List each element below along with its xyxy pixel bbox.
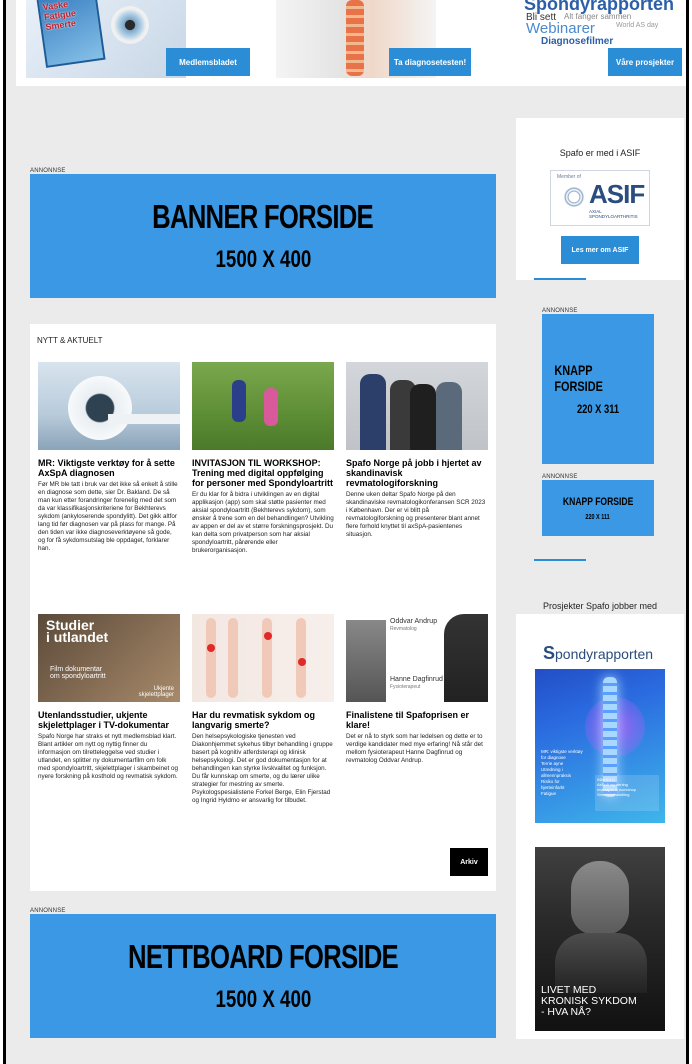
news-section: NYTT & AKTUELT MR: Viktigste verktøy for… (30, 324, 496, 891)
body-image (228, 618, 238, 698)
cover-brand-rest: pondyrapporten (555, 646, 654, 662)
banner-ad-title: BANNER FORSIDE (152, 198, 375, 235)
article-title[interactable]: Spafo Norge på jobb i hjertet av skandin… (346, 458, 488, 488)
medlemsbladet-button[interactable]: Medlemsbladet (166, 48, 250, 76)
article-title[interactable]: MR: Viktigste verktøy for å sette AxSpA … (38, 458, 180, 478)
thumbnail-caption: Film dokumentar om spondyloartritt (50, 666, 106, 680)
mri-bed-image (108, 414, 180, 424)
hero-image-magazine[interactable]: Vaske Fatigue Smerte (26, 0, 186, 78)
asif-logo[interactable]: Member of ASIF AXIAL SPONDYLOARTHRITIS (550, 170, 650, 226)
article-excerpt: Den helsepsykologiske tjenesten ved Diak… (192, 733, 333, 804)
finalist-role: Revmatolog (390, 626, 417, 632)
asif-logo-wordmark: ASIF (589, 179, 645, 209)
eye-image (111, 6, 149, 44)
article-thumbnail-conference[interactable] (346, 362, 488, 450)
article-thumbnail-exercise[interactable] (192, 362, 334, 450)
person-image (410, 384, 436, 450)
divider-line (534, 559, 586, 561)
article-thumbnail-mri[interactable] (38, 362, 180, 450)
sidebar-ad-title: KNAPP FORSIDE (562, 495, 634, 508)
banner-ad-bottom[interactable]: NETTBOARD FORSIDE 1500 X 400 (30, 914, 496, 1038)
article-thumbnail-finalists[interactable]: Oddvar Andrup Revmatolog Hanne Dagfinrud… (346, 614, 488, 702)
banner-ad-size: 1500 X 400 (215, 246, 311, 273)
news-card[interactable]: Studier i utlandet Film dokumentar om sp… (38, 614, 180, 781)
wordcloud-word: Diagnosefilmer (541, 36, 614, 47)
cover-brand-initial: S (543, 643, 556, 663)
banner-ad-title: NETTBOARD FORSIDE (128, 938, 399, 975)
section-title: NYTT & AKTUELT (37, 336, 103, 345)
pain-marker (298, 658, 306, 666)
thumbnail-caption: Studier i utlandet (46, 617, 109, 645)
read-more-asif-button[interactable]: Les mer om ASIF (561, 236, 639, 264)
article-excerpt: Det er nå to styrk som har ledelsen og d… (346, 733, 483, 764)
news-card[interactable]: Spafo Norge på jobb i hjertet av skandin… (346, 362, 488, 539)
news-card[interactable]: INVITASJON TIL WORKSHOP: Trening med dig… (192, 362, 334, 555)
news-card[interactable]: Oddvar Andrup Revmatolog Hanne Dagfinrud… (346, 614, 488, 765)
cover-brand: Spondyrapporten (543, 643, 653, 664)
widget-title: Prosjekter Spafo jobber med (542, 601, 658, 611)
cover-title: LIVET MED KRONISK SYKDOM - HVA NÅ? (541, 984, 637, 1018)
pain-marker (264, 632, 272, 640)
article-title[interactable]: INVITASJON TIL WORKSHOP: Trening med dig… (192, 458, 334, 488)
mri-scanner-image (68, 376, 132, 440)
banner-ad-size: 1500 X 400 (215, 986, 311, 1013)
magazine-cover-text: Vaske Fatigue Smerte (42, 0, 77, 33)
article-title[interactable]: Utenlandsstudier, ukjente skjelettplager… (38, 710, 180, 730)
cover-contents-box: INNHOLD AxSpA og trening Invitasjon til … (595, 775, 659, 811)
spondyrapporten-cover[interactable]: Spondyrapporten MR: viktigste verktøy fo… (535, 637, 665, 823)
news-card[interactable]: Har du revmatisk sykdom og langvarig sme… (192, 614, 334, 805)
article-excerpt: Spafo Norge har straks et nytt medlemsbl… (38, 733, 179, 780)
article-excerpt: Før MR ble tatt i bruk var det ikke så e… (38, 481, 178, 552)
sidebar-ad-large[interactable]: KNAPP FORSIDE 220 X 311 (542, 314, 654, 464)
finalist-name: Hanne Dagfinrud (390, 676, 443, 683)
body-image (262, 618, 272, 698)
wordcloud-word: World AS day (616, 22, 659, 29)
article-title[interactable]: Har du revmatisk sykdom og langvarig sme… (192, 710, 334, 730)
spine-image (346, 0, 364, 76)
wordcloud-word: Webinarer (526, 20, 595, 37)
diagnosis-test-button[interactable]: Ta diagnosetesten! (389, 48, 471, 76)
person-image (436, 382, 462, 450)
person-image (232, 380, 246, 422)
news-card[interactable]: MR: Viktigste verktøy for å sette AxSpA … (38, 362, 180, 553)
widget-title: Spafo er med i ASIF (559, 148, 641, 158)
body-image (206, 618, 216, 698)
cover-headlines: MR: viktigste verktøy for diagnose Terri… (541, 749, 583, 796)
pain-marker (207, 644, 215, 652)
article-thumbnail-documentary[interactable]: Studier i utlandet Film dokumentar om sp… (38, 614, 180, 702)
banner-ad-top[interactable]: BANNER FORSIDE 1500 X 400 (30, 174, 496, 298)
asif-logo-subtitle: AXIAL SPONDYLOARTHRITIS (589, 209, 638, 219)
sidebar-ad-small[interactable]: KNAPP FORSIDE 220 X 111 (542, 480, 654, 536)
article-title[interactable]: Finalistene til Spafoprisen er klare! (346, 710, 488, 730)
finalist-name: Oddvar Andrup (390, 618, 438, 625)
sidebar-ad-title: KNAPP FORSIDE (554, 362, 603, 394)
asif-emblem-icon (561, 184, 587, 210)
article-thumbnail-pain[interactable] (192, 614, 334, 702)
person-image (264, 388, 278, 426)
chronic-illness-cover[interactable]: LIVET MED KRONISK SYKDOM - HVA NÅ? (535, 847, 665, 1031)
portrait-image (571, 861, 629, 935)
page-frame: Vaske Fatigue Smerte Spondyrapporten Bli… (3, 0, 689, 1064)
sidebar-ad-size: 220 X 111 (585, 513, 611, 521)
projects-button[interactable]: Våre prosjekter (608, 48, 682, 76)
sidebar-ad-size: 220 X 311 (576, 402, 620, 416)
finalist-role: Fysioterapeut (390, 684, 421, 690)
hero-strip: Vaske Fatigue Smerte Spondyrapporten Bli… (16, 0, 686, 86)
article-excerpt: Denne uken deltar Spafo Norge på den ska… (346, 491, 486, 538)
article-excerpt: Er du klar for å bidra i utviklingen av … (192, 491, 334, 554)
asif-logo-member-text: Member of (557, 174, 581, 180)
person-image (360, 374, 386, 450)
person-image (346, 620, 386, 702)
asif-widget: Spafo er med i ASIF Member of ASIF AXIAL… (516, 118, 684, 280)
divider-line (534, 278, 586, 280)
thumbnail-caption: Ukjente skjelettplager (138, 686, 174, 698)
person-image (444, 614, 488, 702)
archive-button[interactable]: Arkiv (450, 848, 488, 876)
